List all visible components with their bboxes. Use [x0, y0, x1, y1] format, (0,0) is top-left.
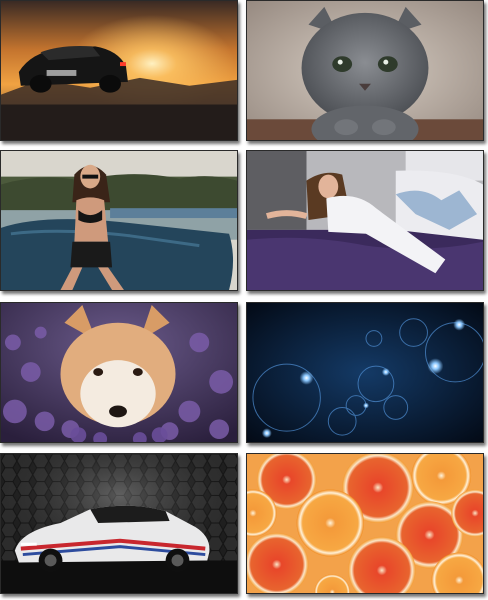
wallpaper-woman-on-car — [0, 150, 238, 291]
wallpaper-blood-orange — [246, 453, 484, 594]
wallpaper-grey-kitten — [246, 0, 484, 141]
woman-on-car-image — [1, 151, 237, 290]
blood-orange-image — [247, 454, 483, 593]
wallpaper-race-car — [0, 453, 238, 594]
blue-bokeh-image — [247, 303, 483, 442]
race-car-image — [1, 454, 237, 593]
supercar-sunset-image — [1, 1, 237, 140]
wallpaper-blue-bokeh — [246, 302, 484, 443]
wallpaper-supercar-sunset — [0, 0, 238, 141]
wallpaper-akita-dog-lavender — [0, 302, 238, 443]
woman-on-bed-image — [247, 151, 483, 290]
grey-kitten-image — [247, 1, 483, 140]
akita-dog-image — [1, 303, 237, 442]
wallpaper-collage — [0, 0, 488, 600]
wallpaper-woman-on-bed — [246, 150, 484, 291]
